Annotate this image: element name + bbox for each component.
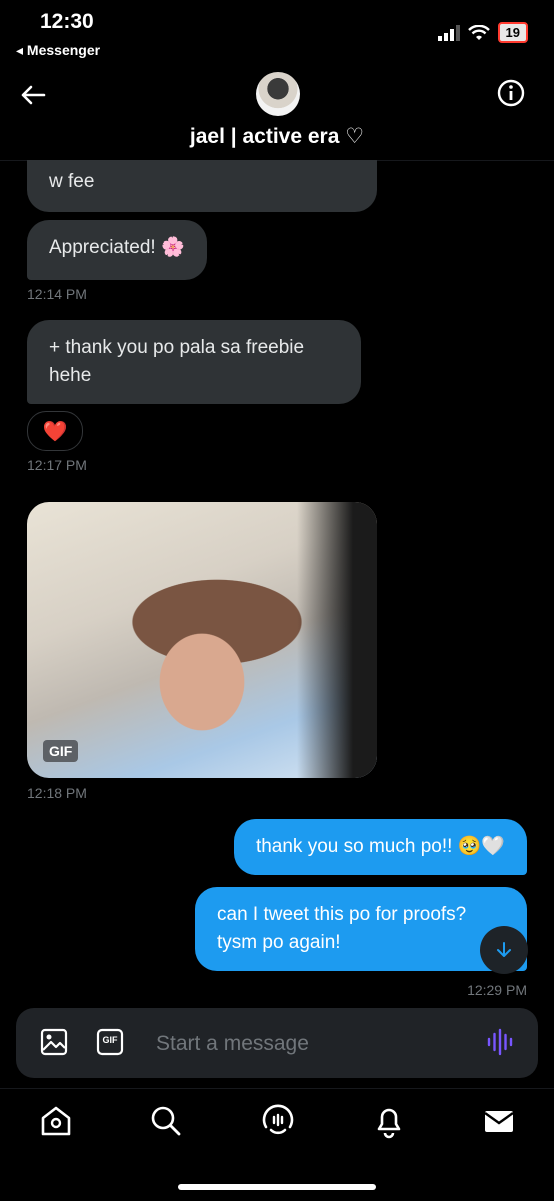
message-composer: GIF	[16, 1008, 538, 1078]
message-input[interactable]	[154, 1026, 478, 1062]
voice-icon[interactable]	[486, 1028, 514, 1056]
incoming-message[interactable]: Appreciated! 🌸	[27, 220, 207, 280]
battery-level: 19	[497, 22, 528, 43]
status-bar: 12:30 ◂ Messenger 19	[0, 0, 554, 64]
outgoing-message[interactable]: can I tweet this po for proofs? tysm po …	[195, 887, 527, 971]
search-icon[interactable]	[148, 1103, 184, 1139]
mail-icon[interactable]	[481, 1103, 517, 1139]
image-icon[interactable]	[40, 1028, 68, 1056]
gif-image-shadow	[297, 502, 377, 778]
gif-badge: GIF	[43, 740, 79, 762]
contact-name[interactable]: jael | active era ♡	[0, 124, 554, 149]
message-thread[interactable]: w fee Appreciated! 🌸 12:14 PM + thank yo…	[0, 160, 554, 996]
signal-icon	[437, 24, 460, 41]
spaces-icon[interactable]	[260, 1103, 296, 1139]
message-text: tysm po again!	[217, 932, 341, 953]
status-icons: 19	[437, 22, 528, 43]
message-timestamp: 12:17 PM	[27, 457, 87, 473]
outgoing-message[interactable]: thank you so much po!! 🥹🤍	[233, 819, 527, 875]
home-indicator	[178, 1184, 376, 1190]
gif-icon[interactable]: GIF	[96, 1028, 124, 1056]
message-text: Appreciated! 🌸	[49, 237, 185, 258]
wifi-icon	[467, 24, 490, 40]
status-time: 12:30	[40, 10, 94, 33]
message-text: hehe	[49, 365, 92, 386]
conversation-header: jael | active era ♡	[0, 64, 554, 161]
message-timestamp: 12:29 PM	[467, 982, 527, 996]
incoming-message[interactable]: + thank you po pala sa freebie hehe	[27, 320, 361, 404]
message-timestamp: 12:14 PM	[27, 286, 87, 302]
message-text: thank you so much po!! 🥹🤍	[255, 836, 505, 857]
home-icon[interactable]	[38, 1103, 74, 1139]
info-icon[interactable]	[496, 78, 526, 108]
incoming-message[interactable]: w fee	[27, 160, 377, 212]
contact-avatar[interactable]	[256, 72, 300, 116]
gif-message[interactable]: GIF	[27, 502, 377, 778]
arrow-down-icon	[497, 942, 511, 957]
message-text: + thank you po pala sa freebie	[49, 337, 305, 358]
gif-icon-label: GIF	[102, 1035, 118, 1045]
message-timestamp: 12:18 PM	[27, 785, 87, 801]
message-text: w fee	[49, 171, 95, 192]
heart-reaction[interactable]: ❤️	[27, 411, 83, 451]
back-arrow-icon[interactable]	[18, 80, 48, 110]
bell-icon[interactable]	[371, 1103, 407, 1139]
scroll-to-bottom-button[interactable]	[480, 926, 528, 974]
back-to-messenger-link[interactable]: ◂ Messenger	[16, 42, 100, 59]
message-text: can I tweet this po for proofs?	[217, 904, 467, 925]
